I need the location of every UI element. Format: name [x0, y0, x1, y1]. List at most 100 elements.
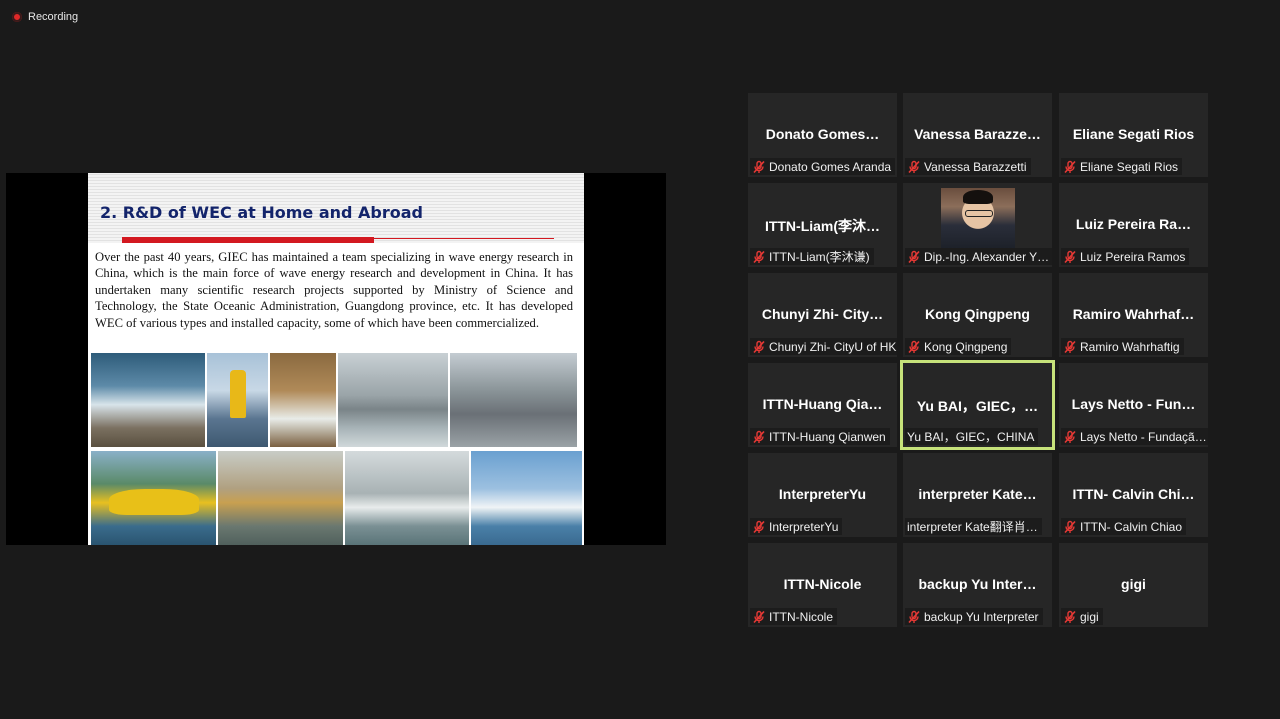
- participant-label-text: backup Yu Interpreter: [924, 609, 1039, 624]
- participant-label-text: Luiz Pereira Ramos: [1080, 249, 1186, 264]
- participant-tile[interactable]: Dip.-Ing. Alexander Y…: [903, 183, 1052, 267]
- participant-tile[interactable]: ITTN-Liam(李沐… ITTN-Liam(李沐谦): [748, 183, 897, 267]
- participant-display-name: ITTN-Liam(李沐…: [764, 218, 881, 234]
- participant-name-label: Vanessa Barazzetti: [905, 158, 1031, 175]
- mic-muted-icon: [907, 610, 921, 624]
- participant-name-label: ITTN- Calvin Chiao: [1061, 518, 1187, 535]
- participant-display-name: ITTN-Huang Qia…: [762, 396, 883, 412]
- participant-label-text: Chunyi Zhi- CityU of HK: [769, 339, 897, 354]
- participant-display-name: backup Yu Inter…: [918, 576, 1037, 592]
- recording-label: Recording: [28, 11, 79, 23]
- mic-muted-icon: [752, 430, 766, 444]
- participant-tile[interactable]: gigi gigi: [1059, 543, 1208, 627]
- participant-name-label: Chunyi Zhi- CityU of HK: [750, 338, 897, 355]
- participant-tile[interactable]: Eliane Segati Rios Eliane Segati Rios: [1059, 93, 1208, 177]
- wave-station-photo: [338, 353, 448, 447]
- participant-display-name: Yu BAI，GIEC，…: [916, 398, 1039, 414]
- participant-tile[interactable]: ITTN- Calvin Chi… ITTN- Calvin Chiao: [1059, 453, 1208, 537]
- participant-name-label: ITTN-Nicole: [750, 608, 838, 625]
- shared-screen: 2. R&D of WEC at Home and Abroad Over th…: [6, 173, 666, 545]
- participant-label-text: Ramiro Wahrhaftig: [1080, 339, 1180, 354]
- mic-muted-icon: [752, 160, 766, 174]
- mic-muted-icon: [1063, 610, 1077, 624]
- participant-name-label: backup Yu Interpreter: [905, 608, 1043, 625]
- mic-muted-icon: [752, 610, 766, 624]
- participant-tile[interactable]: Vanessa Barazze… Vanessa Barazzetti: [903, 93, 1052, 177]
- participant-tile[interactable]: InterpreterYu InterpreterYu: [748, 453, 897, 537]
- participant-tile[interactable]: backup Yu Inter… backup Yu Interpreter: [903, 543, 1052, 627]
- mic-muted-icon: [1063, 430, 1077, 444]
- participant-label-text: Eliane Segati Rios: [1080, 159, 1179, 174]
- participant-display-name: Ramiro Wahrhaf…: [1072, 306, 1195, 322]
- slide-photo-row-2: [91, 451, 582, 545]
- participant-label-text: interpreter Kate翻译肖…: [907, 520, 1038, 534]
- participant-tile[interactable]: Donato Gomes… Donato Gomes Aranda: [748, 93, 897, 177]
- participant-tile[interactable]: ITTN-Nicole ITTN-Nicole: [748, 543, 897, 627]
- slide-header: 2. R&D of WEC at Home and Abroad: [88, 173, 584, 243]
- participant-label-text: Vanessa Barazzetti: [924, 159, 1027, 174]
- participant-name-label: Kong Qingpeng: [905, 338, 1012, 355]
- slide-title: 2. R&D of WEC at Home and Abroad: [100, 203, 423, 222]
- participant-label-text: ITTN-Huang Qianwen: [769, 429, 886, 444]
- slide-photo-row-1: [91, 353, 577, 447]
- hawk-wec-photo: [218, 451, 343, 545]
- mic-muted-icon: [752, 520, 766, 534]
- participant-name-label: Ramiro Wahrhaftig: [1061, 338, 1184, 355]
- slide-body-text: Over the past 40 years, GIEC has maintai…: [95, 250, 573, 330]
- mic-muted-icon: [907, 250, 921, 264]
- participant-name-label: Lays Netto - Fundaçã…: [1061, 428, 1208, 445]
- mic-muted-icon: [907, 340, 921, 354]
- mic-muted-icon: [752, 340, 766, 354]
- participant-label-text: Kong Qingpeng: [924, 339, 1008, 354]
- participant-tile[interactable]: Chunyi Zhi- City… Chunyi Zhi- CityU of HK: [748, 273, 897, 357]
- participant-label-text: Dip.-Ing. Alexander Y…: [924, 249, 1050, 264]
- participant-label-text: gigi: [1080, 609, 1099, 624]
- participant-display-name: Lays Netto - Fun…: [1071, 396, 1196, 412]
- participant-label-text: ITTN- Calvin Chiao: [1080, 519, 1183, 534]
- participant-name-label: Dip.-Ing. Alexander Y…: [905, 248, 1052, 265]
- participant-name-label: gigi: [1061, 608, 1103, 625]
- participant-display-name: Eliane Segati Rios: [1072, 126, 1195, 142]
- participant-tile[interactable]: Kong Qingpeng Kong Qingpeng: [903, 273, 1052, 357]
- participant-display-name: Kong Qingpeng: [925, 306, 1030, 322]
- recording-icon: [12, 12, 22, 22]
- slide-title-rule: [374, 238, 554, 239]
- participant-label-text: Lays Netto - Fundaçã…: [1080, 429, 1207, 444]
- participant-name-label: Luiz Pereira Ramos: [1061, 248, 1190, 265]
- participant-display-name: interpreter Kate…: [918, 486, 1037, 502]
- participant-name-label: ITTN-Liam(李沐谦): [750, 248, 874, 265]
- mic-muted-icon: [1063, 160, 1077, 174]
- participant-tile[interactable]: Ramiro Wahrhaf… Ramiro Wahrhaftig: [1059, 273, 1208, 357]
- participant-name-label: InterpreterYu: [750, 518, 843, 535]
- participant-tile[interactable]: Lays Netto - Fun… Lays Netto - Fundaçã…: [1059, 363, 1208, 447]
- participant-name-label: Eliane Segati Rios: [1061, 158, 1183, 175]
- participant-display-name: Vanessa Barazze…: [914, 126, 1041, 142]
- participant-display-name: ITTN- Calvin Chi…: [1072, 486, 1195, 502]
- participant-display-name: ITTN-Nicole: [783, 576, 862, 592]
- participant-label-text: Donato Gomes Aranda: [769, 159, 892, 174]
- participant-display-name: InterpreterYu: [778, 486, 867, 502]
- participant-name-label: Yu BAI，GIEC，CHINA: [905, 428, 1039, 445]
- buoy-photo: [207, 353, 268, 447]
- slide-title-underline: [122, 237, 374, 243]
- participant-name-label: Donato Gomes Aranda: [750, 158, 896, 175]
- participant-label-text: Yu BAI，GIEC，CHINA: [907, 430, 1035, 444]
- yellow-hull-shape: [108, 488, 199, 515]
- participant-label-text: InterpreterYu: [769, 519, 839, 534]
- coastal-device-photo: [450, 353, 577, 447]
- participant-label-text: ITTN-Liam(李沐谦): [769, 250, 870, 264]
- white-wec-photo: [471, 451, 582, 545]
- buoy-shape: [229, 369, 246, 418]
- participant-tile[interactable]: ITTN-Huang Qia… ITTN-Huang Qianwen: [748, 363, 897, 447]
- participant-tile[interactable]: interpreter Kate… interpreter Kate翻译肖…: [903, 453, 1052, 537]
- yellow-wec-photo: [91, 451, 216, 545]
- mic-muted-icon: [907, 160, 921, 174]
- participant-tile[interactable]: Yu BAI，GIEC，… Yu BAI，GIEC，CHINA: [903, 363, 1052, 447]
- recording-indicator[interactable]: Recording: [12, 11, 78, 23]
- participant-tile[interactable]: Luiz Pereira Ra… Luiz Pereira Ramos: [1059, 183, 1208, 267]
- rock-splash-photo: [270, 353, 336, 447]
- mic-muted-icon: [1063, 520, 1077, 534]
- participant-label-text: ITTN-Nicole: [769, 609, 834, 624]
- participant-display-name: Donato Gomes…: [765, 126, 880, 142]
- mic-muted-icon: [1063, 340, 1077, 354]
